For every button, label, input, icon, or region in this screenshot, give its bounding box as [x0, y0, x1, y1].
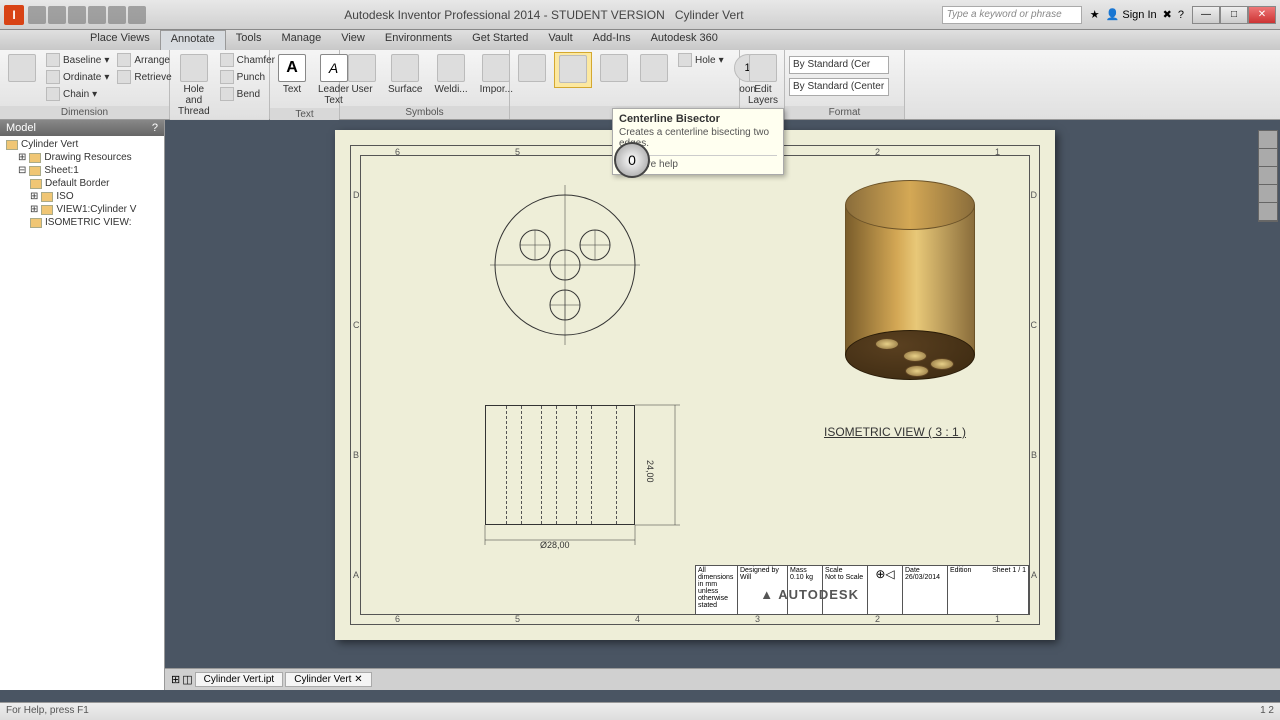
model-tree[interactable]: Cylinder Vert ⊞Drawing Resources ⊟Sheet:…: [0, 136, 164, 690]
minimize-button[interactable]: —: [1192, 6, 1220, 24]
orbit-icon[interactable]: [1259, 185, 1277, 203]
qat-undo-icon[interactable]: [88, 6, 106, 24]
height-dimension: 24,00: [645, 460, 655, 483]
tab-add-ins[interactable]: Add-Ins: [583, 30, 641, 50]
tab-environments[interactable]: Environments: [375, 30, 462, 50]
ribbon: Baseline ▾ Ordinate ▾ Chain ▾ Arrange Re…: [0, 50, 1280, 120]
front-view[interactable]: Ø28,00 24,00: [485, 405, 635, 525]
sign-in-link[interactable]: 👤 Sign In: [1106, 8, 1157, 21]
window-title: Autodesk Inventor Professional 2014 - ST…: [146, 8, 942, 22]
tab-nav-icon[interactable]: ◫: [182, 673, 192, 686]
hole-thread-button[interactable]: Hole and Thread: [174, 52, 214, 119]
tab-autodesk-360[interactable]: Autodesk 360: [641, 30, 728, 50]
panel-format-title: Format: [785, 106, 904, 119]
tab-manage[interactable]: Manage: [271, 30, 331, 50]
hole-table-button[interactable]: Hole ▾: [676, 52, 726, 68]
bend-button[interactable]: Bend: [218, 86, 277, 102]
exchange-icon[interactable]: ✖: [1163, 8, 1172, 21]
isometric-view-label: ISOMETRIC VIEW ( 3 : 1 ): [805, 425, 985, 439]
chain-button[interactable]: Chain ▾: [44, 86, 111, 102]
panel-dimension-title: Dimension: [0, 106, 169, 119]
browser-header: Model?: [0, 120, 164, 136]
qat-new-icon[interactable]: [28, 6, 46, 24]
centerline-bisector-button[interactable]: [554, 52, 592, 88]
close-button[interactable]: ✕: [1248, 6, 1276, 24]
diameter-dimension: Ø28,00: [540, 540, 570, 550]
centered-pattern-button[interactable]: [636, 52, 672, 86]
autodesk-logo: ▲ AUTODESK: [754, 579, 865, 610]
centerline-button[interactable]: [596, 52, 632, 86]
tab-place-views[interactable]: Place Views: [80, 30, 160, 50]
top-view[interactable]: [490, 185, 640, 345]
drawing-canvas[interactable]: 6 5 4 3 2 1 6 5 4 3 2 1 D C B A D C B A: [165, 120, 1280, 690]
qat-redo-icon[interactable]: [108, 6, 126, 24]
home-icon[interactable]: [1259, 203, 1277, 221]
chamfer-button[interactable]: Chamfer: [218, 52, 277, 68]
navigation-bar: [1258, 130, 1278, 222]
panel-symbols-title: Symbols: [340, 106, 509, 119]
ordinate-button[interactable]: Ordinate ▾: [44, 69, 111, 85]
pan-icon[interactable]: [1259, 149, 1277, 167]
tree-item[interactable]: ⊞VIEW1:Cylinder V: [2, 203, 162, 216]
tab-annotate[interactable]: Annotate: [160, 30, 226, 50]
tab-view[interactable]: View: [331, 30, 375, 50]
tab-vault[interactable]: Vault: [538, 30, 582, 50]
punch-button[interactable]: Punch: [218, 69, 277, 85]
doc-tab[interactable]: Cylinder Vert.ipt: [195, 672, 284, 687]
qat-open-icon[interactable]: [48, 6, 66, 24]
status-help-text: For Help, press F1: [6, 705, 89, 718]
ribbon-tabs: Place Views Annotate Tools Manage View E…: [0, 30, 1280, 50]
arrange-button[interactable]: Arrange: [115, 52, 173, 68]
user-symbol-button[interactable]: User: [344, 52, 380, 97]
viewcube-icon[interactable]: [1259, 131, 1277, 149]
status-pages: 1 2: [1260, 705, 1274, 718]
tree-item[interactable]: Default Border: [2, 177, 162, 190]
isometric-view[interactable]: [835, 180, 985, 400]
center-mark-button[interactable]: [514, 52, 550, 86]
document-tabs: ⊞ ◫ Cylinder Vert.ipt Cylinder Vert ✕: [165, 668, 1280, 690]
tab-get-started[interactable]: Get Started: [462, 30, 538, 50]
baseline-button[interactable]: Baseline ▾: [44, 52, 111, 68]
tab-nav-icon[interactable]: ⊞: [171, 673, 180, 686]
tooltip-title: Centerline Bisector: [619, 113, 777, 125]
tree-item[interactable]: ⊞Drawing Resources: [2, 151, 162, 164]
doc-tab-active[interactable]: Cylinder Vert ✕: [285, 672, 371, 687]
welding-symbol-button[interactable]: Weldi...: [430, 52, 471, 97]
qat-save-icon[interactable]: [68, 6, 86, 24]
qat-print-icon[interactable]: [128, 6, 146, 24]
tree-item[interactable]: ⊟Sheet:1: [2, 164, 162, 177]
maximize-button[interactable]: □: [1220, 6, 1248, 24]
edit-layers-button[interactable]: Edit Layers: [744, 52, 782, 108]
zoom-icon[interactable]: [1259, 167, 1277, 185]
stopwatch-icon: 0: [614, 142, 650, 178]
status-bar: For Help, press F1 1 2: [0, 702, 1280, 720]
search-input[interactable]: Type a keyword or phrase: [942, 6, 1082, 24]
layer-dropdown[interactable]: By Standard (Center: [789, 78, 889, 96]
quick-access-toolbar: [28, 6, 146, 24]
surface-symbol-button[interactable]: Surface: [384, 52, 426, 97]
retrieve-button[interactable]: Retrieve: [115, 69, 173, 85]
model-browser: Model? Cylinder Vert ⊞Drawing Resources …: [0, 120, 165, 690]
help-icon[interactable]: ?: [1178, 9, 1184, 21]
drawing-sheet: 6 5 4 3 2 1 6 5 4 3 2 1 D C B A D C B A: [335, 130, 1055, 640]
dimension-button[interactable]: [4, 52, 40, 86]
dimension-style-dropdown[interactable]: By Standard (Cer: [789, 56, 889, 74]
title-bar: I Autodesk Inventor Professional 2014 - …: [0, 0, 1280, 30]
text-button[interactable]: AText: [274, 52, 310, 97]
tree-item[interactable]: ISOMETRIC VIEW:: [2, 216, 162, 229]
star-icon[interactable]: ★: [1090, 8, 1100, 21]
tree-root[interactable]: Cylinder Vert: [2, 138, 162, 151]
tree-item[interactable]: ⊞ISO: [2, 190, 162, 203]
app-icon: I: [4, 5, 24, 25]
browser-pin-icon[interactable]: ?: [152, 122, 158, 134]
tab-tools[interactable]: Tools: [226, 30, 272, 50]
